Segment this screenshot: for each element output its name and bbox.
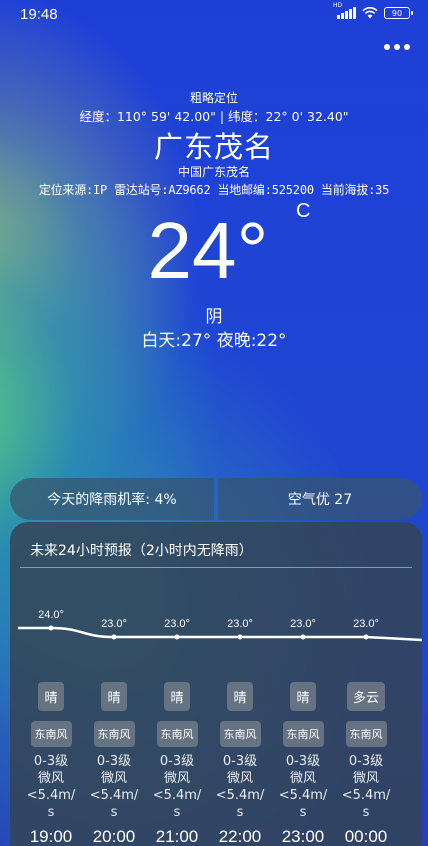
location-mode: 粗略定位 (189, 91, 238, 105)
temperature-point (111, 634, 117, 640)
hour-column: 晴东南风 0-3级微风 <5.4m/s 20:00 (82, 682, 146, 846)
wifi-icon (362, 7, 378, 19)
weather-badge: 晴 (227, 682, 253, 711)
current-temperature: 24° (147, 206, 269, 295)
hour-column: 晴东南风 0-3级微风 <5.4m/s 23:00 (271, 682, 335, 846)
temperature-unit: C (296, 200, 311, 222)
hour-label: 23:00 (281, 827, 325, 846)
wind-strength-line: 0-3级 (96, 754, 132, 769)
wind-strength: 0-3级微风 <5.4m/s (208, 753, 272, 821)
wind-strength-line: 微风 (163, 771, 190, 786)
wind-strength-line: s (299, 805, 307, 820)
wind-strength: 0-3级微风 <5.4m/s (271, 753, 335, 821)
wind-strength-line: <5.4m/ (215, 788, 265, 803)
hour-label: 22:00 (218, 827, 262, 846)
weather-badge: 多云 (346, 682, 385, 711)
status-bar: 19:48 HD 90 (0, 0, 428, 28)
city-name: 广东茂名 (153, 130, 274, 164)
network-type-label: HD (333, 2, 343, 9)
wind-strength: 0-3级微风 <5.4m/s (19, 753, 83, 821)
more-options-icon[interactable] (384, 44, 410, 50)
wind-strength-line: 0-3级 (285, 754, 321, 769)
weather-badge: 晴 (101, 682, 127, 711)
temperature-label: 23.0° (227, 618, 253, 630)
hour-column: 晴东南风 0-3级微风 <5.4m/s 19:00 (19, 682, 83, 846)
wind-strength-line: s (236, 805, 244, 820)
weather-badge: 晴 (38, 682, 64, 711)
wind-strength-line: 0-3级 (159, 754, 195, 769)
temperature-label: 24.0° (38, 609, 64, 621)
temperature-label: 23.0° (353, 618, 379, 630)
wind-strength-line: 0-3级 (33, 754, 69, 769)
wind-strength-line: 微风 (226, 771, 253, 786)
wind-strength-line: s (47, 805, 55, 820)
temperature-point (300, 634, 306, 640)
wind-direction-badge: 东南风 (93, 721, 135, 747)
city-full-name: 中国广东茂名 (177, 165, 250, 179)
wind-direction-badge: 东南风 (156, 721, 198, 747)
wind-direction-badge: 东南风 (30, 721, 72, 747)
hour-column: 晴东南风 0-3级微风 <5.4m/s 22:00 (208, 682, 272, 846)
temperature-point (237, 634, 243, 640)
wind-strength-line: 微风 (289, 771, 316, 786)
wind-strength: 0-3级微风 <5.4m/s (334, 753, 398, 821)
wind-strength-line: <5.4m/ (341, 788, 391, 803)
temperature-point (174, 634, 180, 640)
wind-strength: 0-3级微风 <5.4m/s (82, 753, 146, 821)
wind-direction-badge: 东南风 (345, 721, 387, 747)
battery-icon: 90 (384, 7, 413, 19)
wind-strength-line: 微风 (352, 771, 379, 786)
weather-badge: 晴 (164, 682, 190, 711)
wind-strength-line: 0-3级 (222, 754, 258, 769)
hour-column: 多云东南风 0-3级微风 <5.4m/s 00:00 (334, 682, 398, 846)
temperature-label: 23.0° (101, 618, 127, 630)
wind-strength-line: 0-3级 (348, 754, 384, 769)
wind-strength-line: <5.4m/ (89, 788, 139, 803)
weather-badge: 晴 (290, 682, 316, 711)
weather-condition: 阴 (205, 307, 223, 327)
battery-level: 90 (391, 8, 403, 18)
wind-strength-line: s (173, 805, 181, 820)
coordinates: 经度：110° 59' 42.00" | 纬度：22° 0' 32.40" (79, 109, 349, 124)
temperature-label: 23.0° (164, 618, 190, 630)
hour-label: 00:00 (344, 827, 388, 846)
wind-strength-line: 微风 (37, 771, 64, 786)
temperature-label: 23.0° (290, 618, 316, 630)
status-time: 19:48 (20, 6, 58, 23)
cellular-signal-icon: HD (333, 2, 356, 19)
temperature-point (363, 634, 369, 640)
wind-strength-line: <5.4m/ (152, 788, 202, 803)
wind-strength-line: s (362, 805, 370, 820)
wind-strength-line: 微风 (100, 771, 127, 786)
wind-strength-line: <5.4m/ (278, 788, 328, 803)
wind-strength-line: <5.4m/ (26, 788, 76, 803)
hourly-forecast-card: 未来24小时预报（2小时内无降雨） 24.0° 23.0° 23.0° 23.0° 23… (10, 522, 422, 846)
hour-label: 21:00 (155, 827, 199, 846)
day-night-temps: 白天:27° 夜晚:22° (141, 331, 287, 351)
location-meta: 定位来源:IP 雷达站号:AZ9662 当地邮编:525200 当前海拔:35 (38, 183, 390, 197)
wind-direction-badge: 东南风 (219, 721, 261, 747)
hour-label: 19:00 (29, 827, 73, 846)
hour-column: 晴东南风 0-3级微风 <5.4m/s 21:00 (145, 682, 209, 846)
wind-direction-badge: 东南风 (282, 721, 324, 747)
wind-strength: 0-3级微风 <5.4m/s (145, 753, 209, 821)
temperature-point (48, 625, 54, 631)
air-quality-pill[interactable]: 空气优 27 (218, 478, 422, 520)
wind-strength-line: s (110, 805, 118, 820)
hour-label: 20:00 (92, 827, 136, 846)
summary-bar: 今天的降雨机率: 4% 空气优 27 (10, 478, 422, 520)
rain-chance-pill[interactable]: 今天的降雨机率: 4% (10, 478, 214, 520)
